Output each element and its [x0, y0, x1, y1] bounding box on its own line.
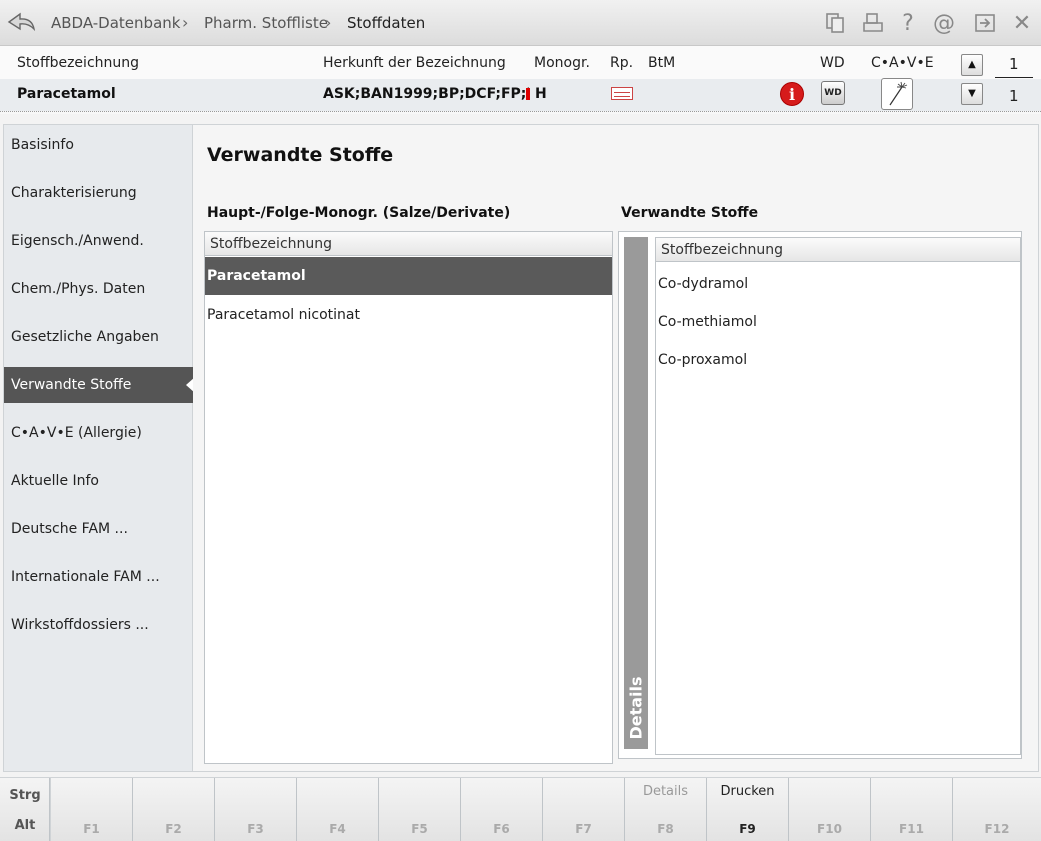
sidebar-item-eigenschaften[interactable]: Eigensch./Anwend.: [4, 223, 194, 259]
sidebar-item-internationale-fam[interactable]: Internationale FAM ...: [4, 559, 194, 595]
wd-icon[interactable]: WD: [821, 81, 845, 105]
list-header[interactable]: Stoffbezeichnung: [656, 238, 1020, 262]
sidebar-item-basisinfo[interactable]: Basisinfo: [4, 127, 194, 163]
cave-icon[interactable]: [881, 78, 913, 110]
counter-top: 1: [1009, 55, 1019, 73]
f7-key-label: F7: [575, 822, 592, 836]
f5-button[interactable]: F5: [379, 778, 461, 841]
col-label-monogr: Monogr.: [534, 55, 590, 71]
f12-button[interactable]: F12: [953, 778, 1041, 841]
list-item[interactable]: Co-proxamol: [656, 341, 1020, 379]
f4-button[interactable]: F4: [297, 778, 379, 841]
truncation-marker: [526, 88, 530, 100]
related-substances-panel: Details Stoffbezeichnung Co-dydramol Co-…: [618, 231, 1022, 759]
sidebar-item-deutsche-fam[interactable]: Deutsche FAM ...: [4, 511, 194, 547]
print-icon[interactable]: [860, 10, 886, 36]
related-substances-list: Stoffbezeichnung Co-dydramol Co-methiamo…: [655, 237, 1021, 755]
sidebar-item-charakterisierung[interactable]: Charakterisierung: [4, 175, 194, 211]
f11-key-label: F11: [899, 822, 924, 836]
col-label-cave: C•A•V•E: [871, 55, 934, 71]
back-icon[interactable]: [6, 9, 36, 35]
details-tab[interactable]: Details: [624, 237, 648, 749]
details-tab-label: Details: [626, 676, 646, 740]
breadcrumb-stoffliste[interactable]: Pharm. Stoffliste: [204, 14, 328, 32]
list-item[interactable]: Co-methiamol: [656, 303, 1020, 341]
list-header[interactable]: Stoffbezeichnung: [205, 232, 612, 256]
sidebar-item-aktuelle-info[interactable]: Aktuelle Info: [4, 463, 194, 499]
col-label-name: Stoffbezeichnung: [17, 55, 140, 71]
sidebar-item-chem-phys[interactable]: Chem./Phys. Daten: [4, 271, 194, 307]
left-section-heading: Haupt-/Folge-Monogr. (Salze/Derivate): [207, 205, 511, 221]
copy-icon[interactable]: [822, 10, 848, 36]
sidebar-item-verwandte-stoffe[interactable]: Verwandte Stoffe: [4, 367, 195, 403]
f2-button[interactable]: F2: [133, 778, 215, 841]
export-icon[interactable]: [972, 10, 998, 36]
f3-key-label: F3: [247, 822, 264, 836]
f1-button[interactable]: F1: [51, 778, 133, 841]
counter-divider: [995, 77, 1033, 78]
col-label-wd: WD: [820, 55, 845, 71]
sidebar-item-gesetzliche-angaben[interactable]: Gesetzliche Angaben: [4, 319, 194, 355]
breadcrumb-abda[interactable]: ABDA-Datenbank: [51, 14, 180, 32]
f8-key-label: F8: [657, 822, 674, 836]
derivatives-list: Stoffbezeichnung Paracetamol Paracetamol…: [204, 231, 613, 764]
f3-button[interactable]: F3: [215, 778, 297, 841]
col-label-btm: BtM: [648, 55, 676, 71]
breadcrumb-stoffdaten: Stoffdaten: [347, 14, 426, 32]
sidebar-item-cave[interactable]: C•A•V•E (Allergie): [4, 415, 194, 451]
f10-button[interactable]: F10: [789, 778, 871, 841]
f9-print-button[interactable]: Drucken F9: [707, 778, 789, 841]
scroll-up-button[interactable]: ▲: [961, 54, 983, 76]
header-divider: [0, 111, 1041, 112]
f5-key-label: F5: [411, 822, 428, 836]
modifier-key-panel: Strg Alt: [0, 778, 50, 841]
substance-name: Paracetamol: [17, 86, 116, 102]
chevron-right-icon: ›: [182, 13, 189, 32]
scroll-down-button[interactable]: ▼: [961, 83, 983, 105]
chevron-right-icon: ›: [325, 13, 332, 32]
f8-action-label: Details: [642, 784, 689, 799]
main-panel: Verwandte Stoffe Haupt-/Folge-Monogr. (S…: [193, 124, 1039, 772]
substance-monogr: H: [535, 86, 547, 102]
f12-key-label: F12: [984, 822, 1010, 836]
f6-button[interactable]: F6: [461, 778, 543, 841]
list-item[interactable]: Co-dydramol: [656, 265, 1020, 303]
sidebar: Basisinfo Charakterisierung Eigensch./An…: [3, 124, 195, 772]
list-item[interactable]: Paracetamol nicotinat: [205, 296, 612, 334]
col-label-rp: Rp.: [610, 55, 634, 71]
function-key-bar: Strg Alt F1 F2 F3 F4 F5 F6 F7 Details F8 …: [0, 777, 1041, 841]
f6-key-label: F6: [493, 822, 510, 836]
list-item[interactable]: Paracetamol: [205, 257, 612, 295]
rp-icon: [611, 87, 633, 100]
f8-details-button[interactable]: Details F8: [625, 778, 707, 841]
f4-key-label: F4: [329, 822, 346, 836]
page-title: Verwandte Stoffe: [207, 144, 394, 166]
top-navigation-bar: ABDA-Datenbank › Pharm. Stoffliste › Sto…: [0, 0, 1041, 46]
info-icon[interactable]: i: [780, 82, 804, 106]
alt-key-label[interactable]: Alt: [0, 818, 50, 833]
f9-action-label: Drucken: [720, 784, 775, 799]
right-section-heading: Verwandte Stoffe: [621, 205, 759, 221]
f9-key-label: F9: [739, 822, 756, 836]
counter-bottom: 1: [1009, 87, 1019, 105]
sidebar-item-wirkstoffdossiers[interactable]: Wirkstoffdossiers ...: [4, 607, 194, 643]
strg-key-label[interactable]: Strg: [0, 788, 50, 803]
close-icon[interactable]: ✕: [1009, 10, 1035, 36]
substance-origin: ASK;BAN1999;BP;DCF;FP;INN: [323, 86, 529, 102]
f7-button[interactable]: F7: [543, 778, 625, 841]
at-icon[interactable]: @: [931, 10, 957, 36]
f2-key-label: F2: [165, 822, 182, 836]
f11-button[interactable]: F11: [871, 778, 953, 841]
f10-key-label: F10: [817, 822, 842, 836]
f1-key-label: F1: [83, 822, 100, 836]
help-icon[interactable]: ?: [895, 10, 921, 36]
col-label-origin: Herkunft der Bezeichnung: [323, 55, 506, 71]
